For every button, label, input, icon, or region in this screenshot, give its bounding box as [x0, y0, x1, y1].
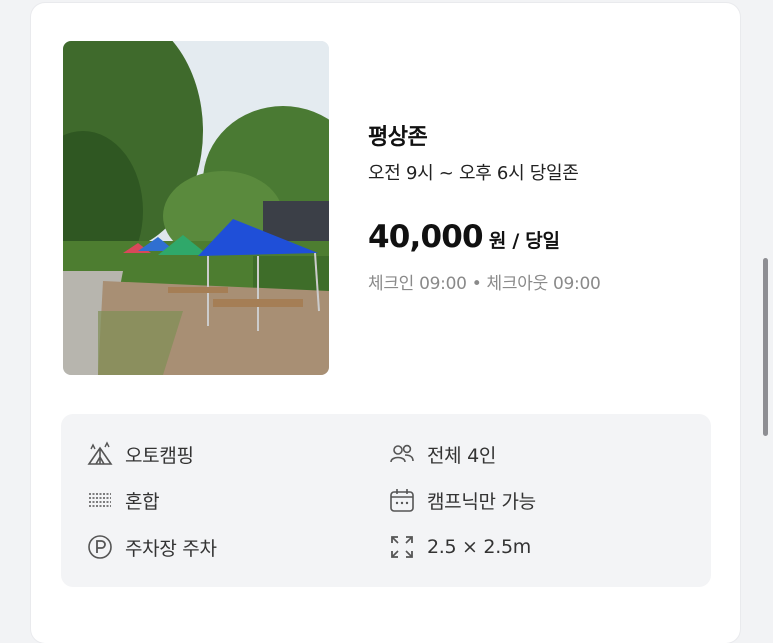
parking-icon [85, 532, 115, 562]
ground-icon [85, 485, 115, 515]
feature-type: 오토캠핑 [85, 439, 194, 469]
feature-size: 2.5 × 2.5m [387, 532, 531, 562]
expand-icon [387, 532, 417, 562]
tent-icon [85, 439, 115, 469]
people-icon [387, 439, 417, 469]
site-photo[interactable] [63, 41, 329, 375]
price-unit: 원 / 당일 [488, 230, 560, 252]
features-panel: 오토캠핑 전체 4인 혼합 캠프닉만 가능 주차장 주차 2.5 × 2.5m [61, 414, 711, 587]
feature-parking: 주차장 주차 [85, 532, 217, 562]
price-value: 40,000 [368, 219, 484, 255]
calendar-icon [387, 485, 417, 515]
site-hours: 오전 9시 ~ 오후 6시 당일존 [368, 163, 579, 184]
feature-label: 전체 4인 [427, 444, 497, 467]
feature-label: 오토캠핑 [125, 444, 194, 467]
feature-label: 캠프닉만 가능 [427, 490, 536, 513]
price-row: 40,000 원 / 당일 [368, 219, 728, 255]
scrollbar[interactable] [763, 258, 768, 436]
feature-label: 혼합 [125, 490, 160, 513]
site-title: 평상존 [368, 125, 428, 150]
feature-label: 주차장 주차 [125, 537, 217, 560]
feature-capacity: 전체 4인 [387, 439, 496, 469]
site-info: 평상존 오전 9시 ~ 오후 6시 당일존 40,000 원 / 당일 체크인 … [368, 119, 728, 294]
feature-usage: 캠프닉만 가능 [387, 485, 536, 515]
feature-label: 2.5 × 2.5m [427, 536, 531, 558]
feature-ground: 혼합 [85, 485, 160, 515]
site-card[interactable]: 평상존 오전 9시 ~ 오후 6시 당일존 40,000 원 / 당일 체크인 … [31, 3, 740, 643]
checkin-times: 체크인 09:00 • 체크아웃 09:00 [368, 274, 601, 294]
